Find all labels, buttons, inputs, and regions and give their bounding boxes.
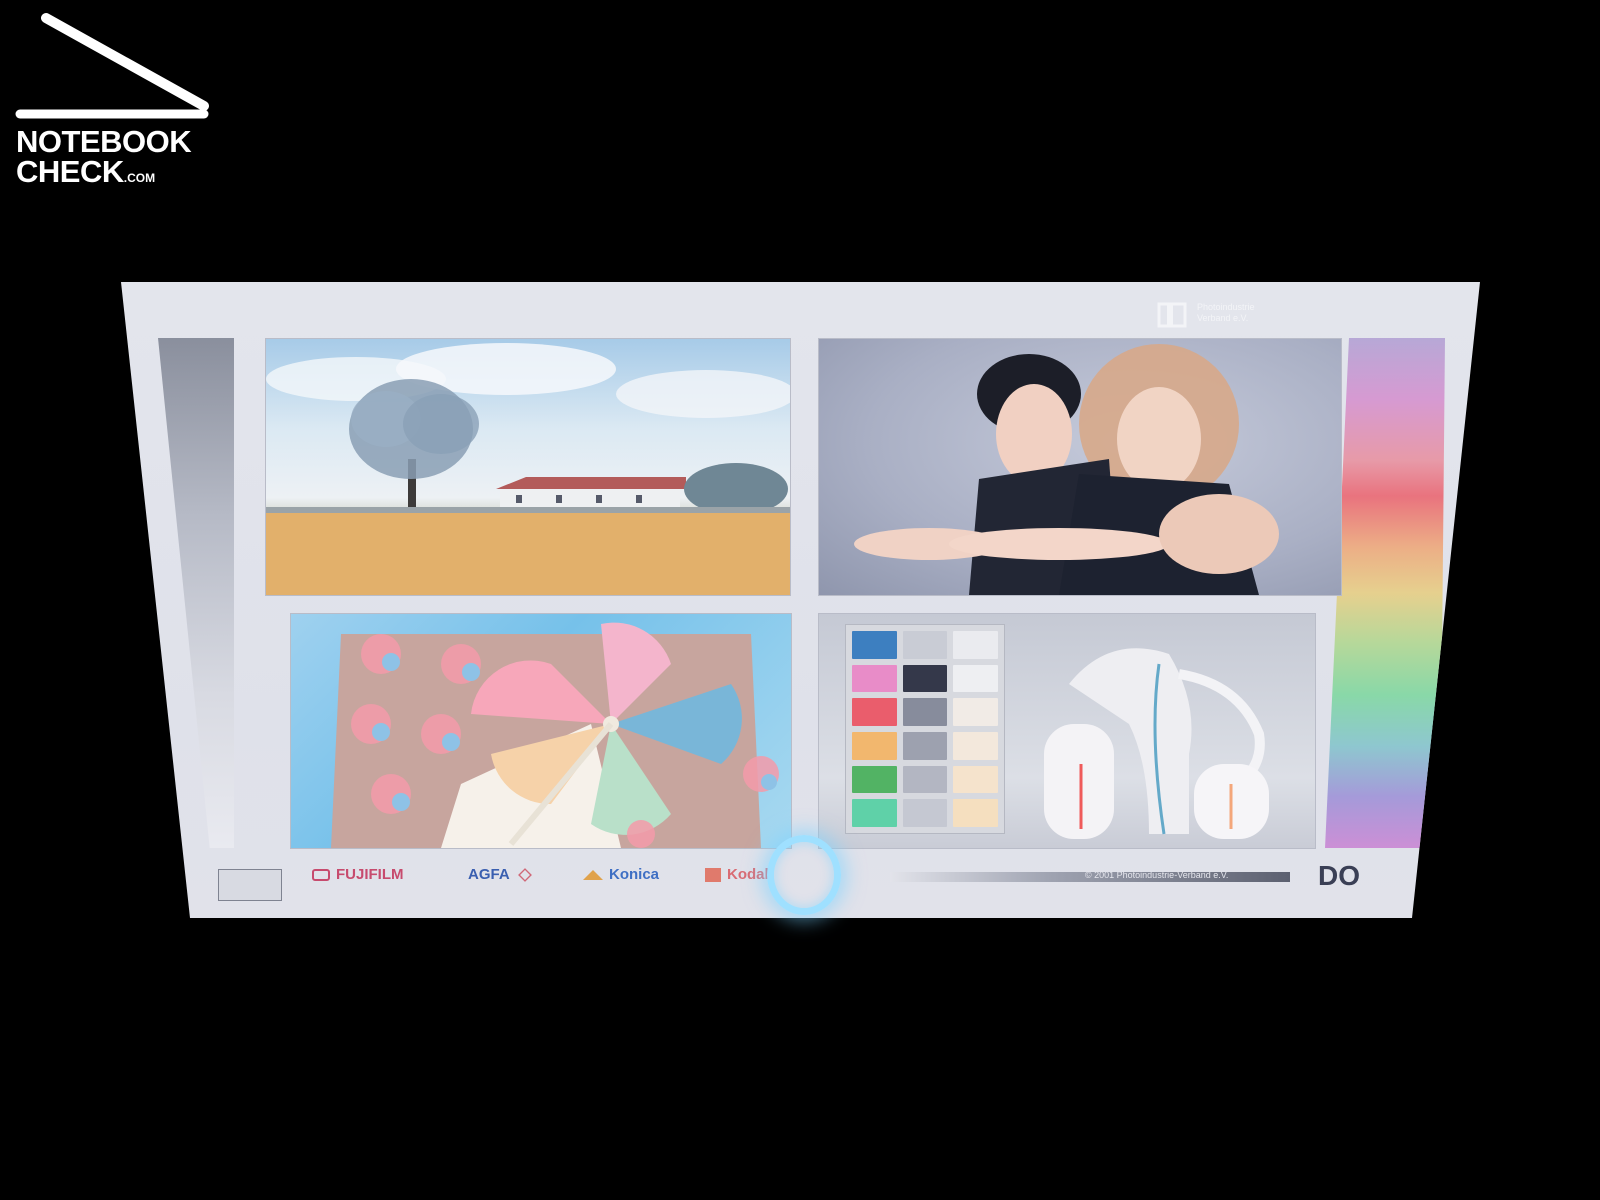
kodak-icon (705, 868, 721, 883)
copyright-text: © 2001 Photoindustrie-Verband e.V. (1085, 870, 1229, 880)
kodak-label: Kodak (727, 866, 773, 883)
agfa-brand: AGFA (468, 866, 532, 883)
logo-line-2-main: CHECK (16, 154, 124, 189)
fujifilm-icon (312, 869, 330, 882)
pinwheels-illustration (331, 622, 779, 848)
do-label: DO (1318, 860, 1360, 891)
corner-logo-line-1: Photoindustrie (1197, 302, 1255, 312)
fujifilm-label: FUJIFILM (336, 866, 404, 883)
stamp-icon (218, 869, 282, 901)
photoindustrie-corner-logo: Photoindustrie Verband e.V. (1157, 302, 1255, 328)
konica-label: Konica (609, 866, 660, 883)
monitor-screen: Photoindustrie Verband e.V. FUJIFILM AGF… (121, 282, 1480, 918)
portrait-illustration (854, 344, 1279, 595)
logo-line-2: CHECK.COM (16, 156, 155, 187)
landscape-photo (265, 338, 791, 596)
pinwheels-photo (290, 613, 792, 849)
logo-line-2-suffix: .COM (123, 171, 156, 185)
portrait-photo (818, 338, 1342, 596)
ceramic-objects-illustration (1044, 648, 1269, 839)
laptop-lid-icon (15, 13, 209, 119)
konica-brand: Konica (583, 866, 659, 883)
kodak-brand: Kodak (705, 866, 773, 883)
agfa-label: AGFA (468, 866, 510, 883)
notebookcheck-logo: NOTEBOOK CHECK.COM (14, 10, 214, 190)
do-logo: DO (1318, 860, 1360, 892)
color-checker-photo (818, 613, 1316, 849)
color-spectrum-bar (1325, 338, 1445, 848)
corner-logo-line-2: Verband e.V. (1197, 313, 1249, 323)
logo-line-1: NOTEBOOK (16, 124, 192, 159)
agfa-rhombus-icon (517, 868, 532, 882)
grayscale-gradient-bar (158, 338, 234, 848)
glowing-ring-indicator (767, 835, 841, 915)
konica-icon (583, 870, 603, 881)
photoindustrie-icon (1157, 302, 1187, 328)
landscape-illustration (266, 343, 790, 595)
fujifilm-brand: FUJIFILM (312, 866, 404, 883)
